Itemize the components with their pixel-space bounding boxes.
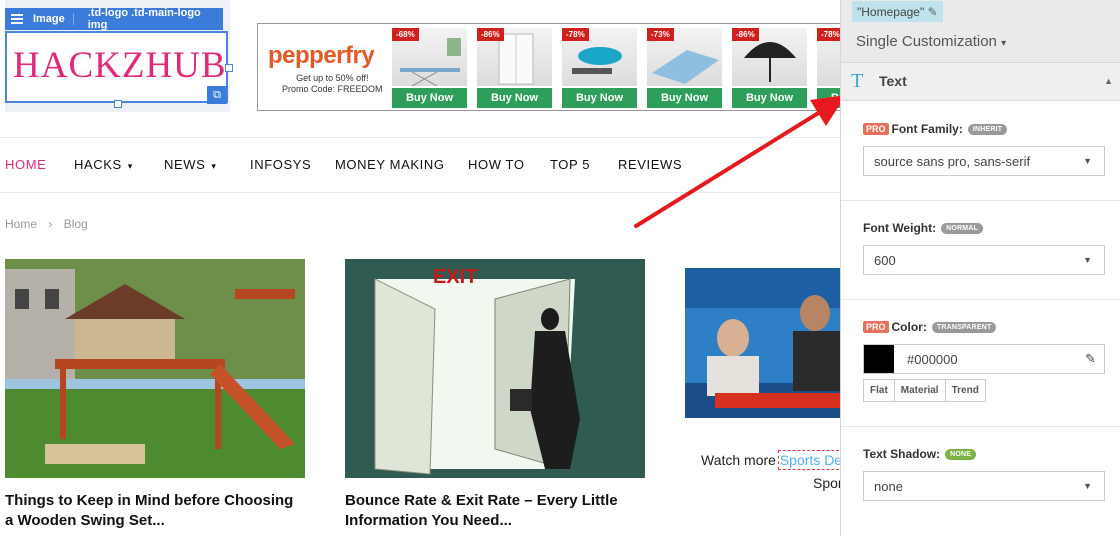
pro-badge: PRO <box>863 321 889 333</box>
text-shadow-label: Text Shadow: <box>863 447 941 461</box>
pro-badge: PRO <box>863 123 889 135</box>
inherit-badge[interactable]: INHERIT <box>967 123 1008 135</box>
chevron-down-icon: ▾ <box>1001 38 1007 49</box>
font-family-section: PRO Font Family: INHERIT source sans pro… <box>841 101 1120 201</box>
chevron-down-icon: ▾ <box>127 161 133 171</box>
color-section: PRO Color: TRANSPARENT #000000 ✎ Flat Ma… <box>841 299 1120 427</box>
post-title[interactable]: Things to Keep in Mind before Choosing a… <box>5 491 305 531</box>
color-swatch[interactable] <box>864 345 894 373</box>
discount-badge: -78% <box>562 28 589 41</box>
post-3-caption-line2: Spor <box>813 475 843 491</box>
resize-handle[interactable] <box>114 100 122 108</box>
menu-icon[interactable] <box>5 8 29 30</box>
product-cabinet[interactable]: -86% Buy Now <box>477 28 552 108</box>
post-title[interactable]: Bounce Rate & Exit Rate – Every Little I… <box>345 491 645 531</box>
discount-badge: -86% <box>732 28 759 41</box>
discount-badge: -86% <box>477 28 504 41</box>
pencil-icon[interactable]: ✎ <box>928 5 938 19</box>
post-3-caption: Watch more Sports De <box>701 450 845 470</box>
buy-now-button[interactable]: Buy Now <box>392 88 467 108</box>
element-selector-label: .td-logo .td-main-logo img <box>87 7 201 31</box>
color-palette-tabs: Flat Material Trend <box>863 379 986 402</box>
customization-panel: "Homepage" ✎ Single Customization ▾ T Te… <box>840 0 1120 536</box>
discount-badge: -68% <box>392 28 419 41</box>
exit-sign: EXIT <box>433 266 477 288</box>
page-tag[interactable]: "Homepage" ✎ <box>852 1 943 22</box>
text-section-header[interactable]: T Text ▲ <box>841 63 1120 101</box>
resize-handle[interactable] <box>225 64 233 72</box>
section-title: Text <box>879 73 907 89</box>
discount-badge: -73% <box>647 28 674 41</box>
palette-material-button[interactable]: Material <box>893 379 946 402</box>
nav-item-home[interactable]: HOME <box>5 157 46 172</box>
chevron-down-icon: ▼ <box>1083 156 1092 166</box>
color-hex-input[interactable]: #000000 <box>907 352 958 367</box>
pepperfry-logo: pepperfry <box>268 42 375 69</box>
customization-selector[interactable]: Single Customization ▾ <box>856 33 1006 50</box>
chevron-down-icon: ▼ <box>1083 481 1092 491</box>
font-family-label: Font Family: <box>891 122 963 136</box>
nav-item-news[interactable]: NEWS ▾ <box>164 157 217 172</box>
font-weight-label: Font Weight: <box>863 221 937 235</box>
red-arrow-annotation <box>634 95 846 228</box>
font-family-select[interactable]: source sans pro, sans-serif ▼ <box>863 146 1105 176</box>
palette-flat-button[interactable]: Flat <box>863 379 895 402</box>
normal-badge[interactable]: NORMAL <box>941 222 984 234</box>
text-shadow-section: Text Shadow: NONE none ▼ <box>841 426 1120 536</box>
breadcrumb-separator: › <box>48 217 53 231</box>
breadcrumb: Home › Blog <box>5 217 96 231</box>
chevron-down-icon: ▼ <box>1083 255 1092 265</box>
duplicate-icon[interactable]: ⧉ <box>207 86 227 104</box>
post-thumbnail-exit[interactable]: EXIT <box>345 259 645 478</box>
font-weight-section: Font Weight: NORMAL 600 ▼ <box>841 200 1120 300</box>
site-logo[interactable]: HACKZHUB <box>13 44 227 87</box>
color-label: Color: <box>891 320 927 334</box>
nav-item-infosys[interactable]: INFOSYS <box>250 157 311 172</box>
post-thumbnail-sports-debate[interactable] <box>685 268 840 418</box>
nav-item-top-5[interactable]: TOP 5 <box>550 157 590 172</box>
none-badge[interactable]: NONE <box>945 448 977 460</box>
transparent-badge[interactable]: TRANSPARENT <box>931 321 997 333</box>
collapse-icon[interactable]: ▲ <box>1104 76 1113 86</box>
post-thumbnail-swing-set[interactable] <box>5 259 305 478</box>
banner-tagline: Get up to 50% off! Promo Code: FREEDOM <box>282 73 383 94</box>
nav-item-hacks[interactable]: HACKS ▾ <box>74 157 133 172</box>
breadcrumb-home[interactable]: Home <box>5 217 37 231</box>
font-weight-select[interactable]: 600 ▼ <box>863 245 1105 275</box>
breadcrumb-current: Blog <box>63 217 88 231</box>
product-ironing-board[interactable]: -68% Buy Now <box>392 28 467 108</box>
buy-now-button[interactable]: Buy Now <box>477 88 552 108</box>
element-type-label: Image <box>29 13 74 25</box>
element-toolbar[interactable]: Image .td-logo .td-main-logo img <box>5 7 223 31</box>
sports-debate-link[interactable]: Sports De <box>777 450 845 470</box>
eyedropper-icon[interactable]: ✎ <box>1085 351 1096 367</box>
nav-item-how-to[interactable]: HOW TO <box>468 157 525 172</box>
palette-trend-button[interactable]: Trend <box>944 379 986 402</box>
color-picker[interactable]: #000000 ✎ <box>863 344 1105 374</box>
chevron-down-icon: ▾ <box>211 161 217 171</box>
text-shadow-select[interactable]: none ▼ <box>863 471 1105 501</box>
text-icon: T <box>851 70 864 92</box>
nav-item-money-making[interactable]: MONEY MAKING <box>335 157 445 172</box>
